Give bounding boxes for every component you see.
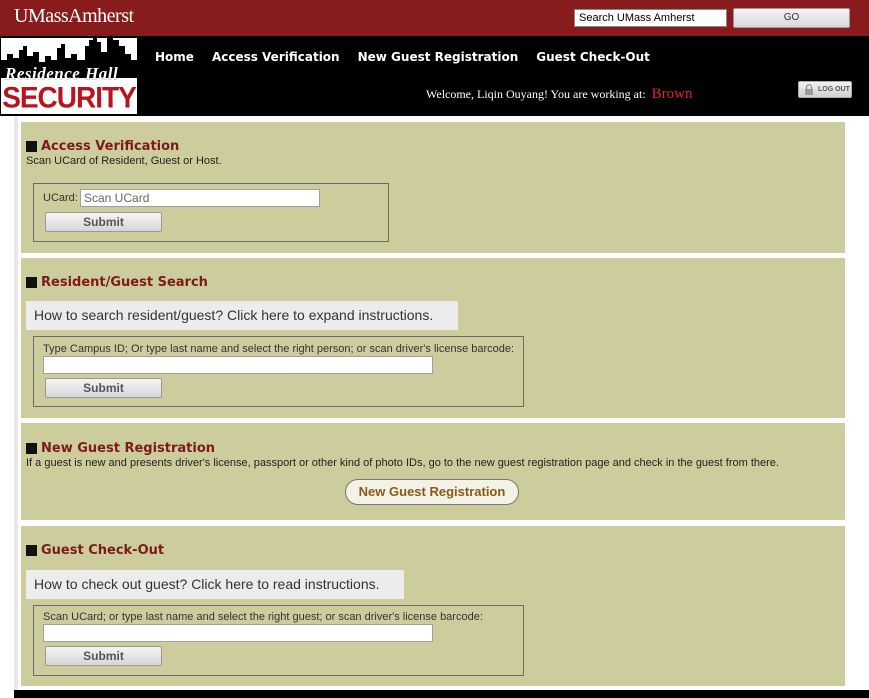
- new-guest-registration-button[interactable]: New Guest Registration: [345, 479, 519, 505]
- ucard-fieldset: UCard: Submit: [33, 183, 389, 242]
- access-verification-heading: Access Verification: [26, 139, 179, 154]
- bullet-square-icon: [26, 141, 37, 152]
- umass-logo[interactable]: UMassAmherst: [14, 5, 134, 28]
- welcome-text: Welcome, Liqin Ouyang! You are working a…: [426, 87, 646, 101]
- guest-checkout-fieldset: Scan UCard; or type last name and select…: [33, 605, 524, 676]
- guest-checkout-label: Scan UCard; or type last name and select…: [43, 611, 483, 623]
- guest-checkout-submit-button[interactable]: Submit: [45, 646, 162, 666]
- resident-search-title: Resident/Guest Search: [41, 275, 208, 290]
- access-verification-submit-button[interactable]: Submit: [45, 212, 162, 232]
- residence-hall-security-logo[interactable]: Residence Hall SECURITY: [1, 38, 137, 114]
- nav-guest-check-out[interactable]: Guest Check-Out: [527, 48, 659, 66]
- resident-search-instructions-toggle[interactable]: How to search resident/guest? Click here…: [26, 301, 458, 330]
- resident-search-heading: Resident/Guest Search: [26, 275, 208, 290]
- logout-button[interactable]: LOG OUT: [798, 81, 852, 98]
- go-button[interactable]: GO: [733, 8, 850, 28]
- guest-checkout-title: Guest Check-Out: [41, 543, 165, 558]
- access-verification-description: Scan UCard of Resident, Guest or Host.: [26, 155, 222, 167]
- resident-search-input[interactable]: [43, 356, 433, 374]
- ucard-input[interactable]: [80, 189, 320, 207]
- new-guest-registration-panel: New Guest Registration If a guest is new…: [21, 423, 845, 520]
- new-guest-description: If a guest is new and presents driver's …: [26, 457, 779, 469]
- logo-line-2: SECURITY: [2, 81, 137, 114]
- nav-new-guest-registration[interactable]: New Guest Registration: [349, 48, 528, 66]
- bottom-bar: [14, 690, 869, 698]
- guest-check-out-panel: Guest Check-Out How to check out guest? …: [21, 526, 845, 686]
- guest-checkout-instructions-toggle[interactable]: How to check out guest? Click here to re…: [26, 570, 404, 599]
- guest-checkout-heading: Guest Check-Out: [26, 543, 164, 558]
- bullet-square-icon: [26, 277, 37, 288]
- resident-search-fieldset: Type Campus ID; Or type last name and se…: [33, 336, 524, 407]
- resident-search-submit-button[interactable]: Submit: [45, 378, 162, 398]
- search-input[interactable]: [574, 9, 727, 27]
- access-verification-title: Access Verification: [41, 139, 180, 154]
- resident-guest-search-panel: Resident/Guest Search How to search resi…: [21, 258, 845, 418]
- guest-checkout-input[interactable]: [43, 624, 433, 642]
- nav-access-verification[interactable]: Access Verification: [203, 48, 349, 66]
- new-guest-heading: New Guest Registration: [26, 441, 215, 456]
- logout-label: LOG OUT: [818, 86, 850, 93]
- ucard-label: UCard:: [43, 192, 78, 204]
- bullet-square-icon: [26, 545, 37, 556]
- new-guest-title: New Guest Registration: [41, 441, 216, 456]
- lock-icon: [805, 84, 813, 95]
- main-nav: Home Access Verification New Guest Regis…: [146, 48, 659, 66]
- nav-home[interactable]: Home: [146, 48, 203, 66]
- welcome-message: Welcome, Liqin Ouyang! You are working a…: [426, 86, 693, 103]
- working-location: Brown: [651, 86, 693, 102]
- access-verification-panel: Access Verification Scan UCard of Reside…: [21, 122, 845, 253]
- resident-search-label: Type Campus ID; Or type last name and se…: [43, 343, 515, 355]
- bullet-square-icon: [26, 443, 37, 454]
